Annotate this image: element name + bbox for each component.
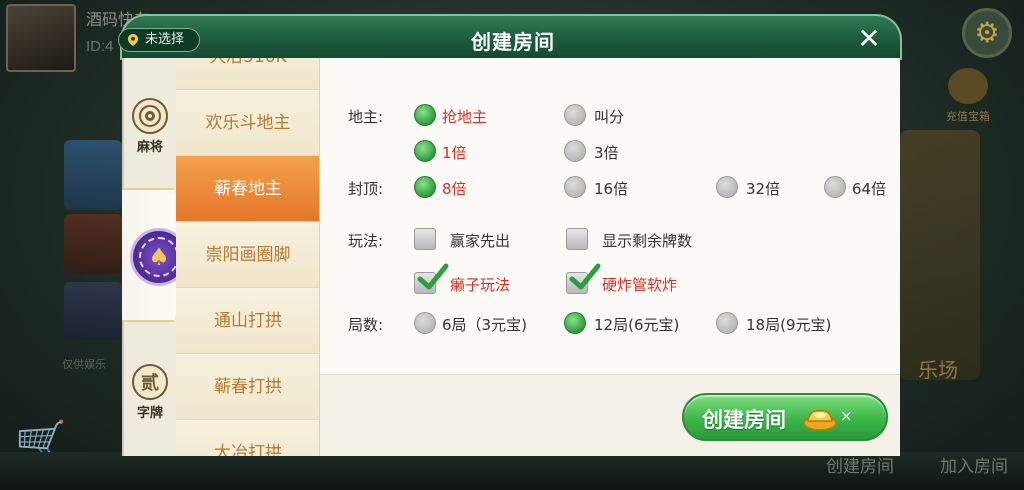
radio-1bei[interactable] (414, 140, 436, 162)
location-pin-icon (127, 34, 139, 46)
option-text: 抢地主 (442, 108, 488, 126)
location-selector[interactable]: 未选择 (118, 28, 200, 52)
dialog-footer: 创建房间 × (320, 374, 900, 456)
game-item[interactable]: 崇阳画圈脚 (176, 222, 319, 288)
chest-label: 充值宝箱 (928, 64, 1008, 124)
mahjong-icon (132, 98, 168, 134)
rounds-label: 局数: (348, 316, 384, 334)
radio-jiaofen[interactable] (564, 104, 586, 126)
category-mahjong[interactable]: 麻将 (124, 98, 176, 155)
gear-icon: ⚙ (962, 8, 1012, 58)
radio-rounds-18[interactable] (716, 312, 738, 334)
avatar (6, 4, 76, 72)
gold-ingot-icon (803, 409, 837, 431)
game-item[interactable]: 欢乐斗地主 (176, 90, 319, 156)
category-zipai[interactable]: 贰 字牌 (124, 364, 176, 421)
bottom-join-room: 加入房间 (940, 457, 1008, 476)
radio-cap-8[interactable] (414, 176, 436, 198)
option-text: 16倍 (594, 180, 629, 198)
background-game-card (64, 214, 122, 274)
checkbox-hard-bomb[interactable] (566, 263, 601, 294)
option-text: 3倍 (594, 144, 619, 162)
game-item[interactable]: 大冶510K (176, 58, 319, 90)
option-text: 8倍 (442, 180, 467, 198)
landlord-label: 地主: (348, 108, 384, 126)
zipai-icon: 贰 (132, 364, 168, 400)
dialog-header: 创建房间 (120, 14, 902, 60)
category-label: 字牌 (136, 406, 163, 421)
background-side-panel (900, 130, 980, 380)
option-text: 显示剩余牌数 (602, 232, 693, 250)
checkbox-laizi[interactable] (414, 263, 449, 294)
cost-text: × (840, 407, 853, 425)
spade-icon: ♠ (139, 237, 179, 277)
radio-rounds-6[interactable] (414, 312, 436, 334)
option-text: 赢家先出 (450, 232, 511, 250)
create-room-button[interactable]: 创建房间 × (682, 393, 888, 441)
create-room-label: 创建房间 (702, 408, 786, 432)
radio-3bei[interactable] (564, 140, 586, 162)
radio-cap-16[interactable] (564, 176, 586, 198)
background-note: 仅供娱乐 (62, 359, 106, 371)
category-label: 麻将 (136, 140, 163, 155)
background-game-card (64, 140, 122, 210)
location-label: 未选择 (145, 32, 185, 47)
play-label: 玩法: (348, 232, 384, 250)
dialog-body: 麻将 ♠ 贰 字牌 大冶510K 欢乐斗地主 蕲春地主 崇阳画圈脚 通山打拱 蕲… (122, 58, 900, 456)
option-text: 32倍 (746, 180, 781, 198)
game-item[interactable]: 通山打拱 (176, 288, 319, 354)
background-side-label: 乐场 (918, 360, 958, 382)
game-item[interactable]: 大冶打拱 (176, 420, 319, 456)
option-text: 12局(6元宝) (594, 316, 680, 334)
option-text: 64倍 (852, 180, 887, 198)
background-game-card (64, 282, 122, 340)
option-text: 癞子玩法 (450, 276, 511, 294)
background-id: ID:4 (86, 38, 114, 55)
checkbox-winner-first[interactable] (414, 228, 436, 250)
game-list: 大冶510K 欢乐斗地主 蕲春地主 崇阳画圈脚 通山打拱 蕲春打拱 大冶打拱 (176, 58, 320, 456)
checkbox-show-remaining[interactable] (566, 228, 588, 250)
checkmark-icon (569, 263, 601, 290)
option-text: 硬炸管软炸 (602, 276, 678, 294)
radio-cap-64[interactable] (824, 176, 846, 198)
option-text: 1倍 (442, 144, 467, 162)
options-panel: 地主: 抢地主 叫分 1倍 3倍 封顶: 8倍 16倍 32倍 64倍 玩法: … (320, 58, 900, 374)
option-text: 叫分 (594, 108, 625, 126)
radio-rounds-12[interactable] (564, 312, 586, 334)
dialog-title: 创建房间 (471, 30, 555, 54)
cap-label: 封顶: (348, 180, 384, 198)
option-text: 18局(9元宝) (746, 316, 832, 334)
option-text: 6局（3元宝) (442, 316, 527, 334)
checkmark-icon (417, 263, 449, 290)
game-item-selected[interactable]: 蕲春地主 (176, 156, 319, 222)
game-item[interactable]: 蕲春打拱 (176, 354, 319, 420)
close-button[interactable]: ✕ (838, 18, 900, 60)
radio-cap-32[interactable] (716, 176, 738, 198)
radio-qiang-dizhu[interactable] (414, 104, 436, 126)
